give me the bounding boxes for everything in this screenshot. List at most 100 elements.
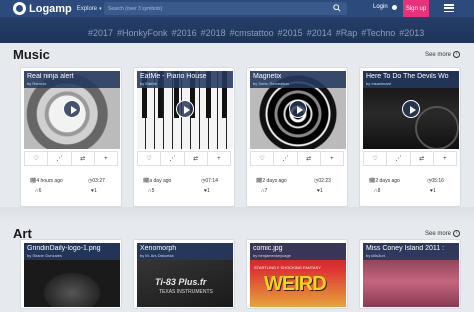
- track-author[interactable]: by Ramcro: [27, 81, 117, 86]
- search-icon[interactable]: [333, 4, 341, 12]
- art-title[interactable]: Miss Coney Island 2011 :: [366, 245, 456, 252]
- track-thumbnail[interactable]: Real ninja alert by Ramcro: [24, 71, 120, 149]
- art-card[interactable]: comic.jpg by benjamenkeycage STARTLING !…: [246, 239, 348, 309]
- signup-button[interactable]: Sign up: [403, 0, 429, 17]
- art-author[interactable]: by benjamenkeycage: [253, 253, 343, 258]
- play-icon[interactable]: [63, 100, 81, 118]
- card-actions: ♡ ⋰ ⇄ +: [137, 151, 231, 166]
- art-section: Art See more › GrindinDaily-logo-1.png b…: [0, 222, 474, 312]
- play-icon[interactable]: [402, 100, 420, 118]
- track-meta: 🗓 a day ago ◷ 07:14 ∩ 5 ♥ 1: [134, 166, 234, 196]
- tag-link[interactable]: #Techno: [361, 28, 395, 38]
- see-more-link[interactable]: See more ›: [425, 230, 461, 237]
- track-card[interactable]: Real ninja alert by Ramcro ♡ ⋰ ⇄ + 🗓 4 h…: [20, 67, 122, 207]
- artwork-text: Ti-83 Plus.fr: [155, 277, 207, 287]
- art-thumbnail[interactable]: Miss Coney Island 2011 : by kills3urt: [363, 243, 459, 307]
- menu-icon[interactable]: [444, 4, 454, 12]
- play-icon[interactable]: [289, 100, 307, 118]
- logo-icon: [13, 2, 26, 15]
- play-icon[interactable]: [176, 100, 194, 118]
- art-author[interactable]: by kills3urt: [366, 253, 456, 258]
- art-thumbnail[interactable]: Xenomorph by M. Ars Disturbia Ti-83 Plus…: [137, 243, 233, 307]
- art-card[interactable]: Miss Coney Island 2011 : by kills3urt: [359, 239, 461, 309]
- share-button[interactable]: ⋰: [274, 152, 298, 165]
- track-title[interactable]: Magnetix: [253, 73, 343, 80]
- like-count: ♥ 1: [430, 188, 436, 194]
- track-title[interactable]: EatMe - Piano House: [140, 73, 230, 80]
- track-title[interactable]: Real ninja alert: [27, 73, 117, 80]
- heart-icon: ♡: [146, 156, 152, 162]
- like-button[interactable]: ♡: [25, 152, 49, 165]
- track-title-bar: Here To Do The Devils Wo by Insanimant: [363, 71, 459, 88]
- add-button[interactable]: +: [321, 152, 343, 165]
- search-input[interactable]: [104, 5, 324, 12]
- login-link[interactable]: Login: [373, 4, 388, 10]
- share-button[interactable]: ⋰: [48, 152, 72, 165]
- artwork-text: WEIRD: [264, 273, 327, 295]
- track-author[interactable]: by Insanimant: [366, 81, 456, 86]
- art-title[interactable]: comic.jpg: [253, 245, 343, 252]
- track-thumbnail[interactable]: EatMe - Piano House by EatMe: [137, 71, 233, 149]
- like-button[interactable]: ♡: [138, 152, 162, 165]
- track-author[interactable]: by Sonic Recreation: [253, 81, 343, 86]
- share-button[interactable]: ⋰: [161, 152, 185, 165]
- heart-icon: ♡: [372, 156, 378, 162]
- section-title: Music: [13, 47, 50, 62]
- arrow-right-icon: ›: [453, 230, 461, 237]
- heart-icon: ♡: [259, 156, 265, 162]
- card-actions: ♡ ⋰ ⇄ +: [363, 151, 457, 166]
- track-title[interactable]: Here To Do The Devils Wo: [366, 73, 456, 80]
- track-duration: ◷ 05:16: [427, 178, 444, 184]
- tag-link[interactable]: #2017: [88, 28, 113, 38]
- art-card[interactable]: GrindinDaily-logo-1.png by Shane Gonzale…: [20, 239, 122, 309]
- tag-link[interactable]: #2016: [172, 28, 197, 38]
- art-title[interactable]: GrindinDaily-logo-1.png: [27, 245, 117, 252]
- help-icon[interactable]: [392, 5, 397, 10]
- add-button[interactable]: +: [208, 152, 230, 165]
- tag-link[interactable]: #2018: [201, 28, 226, 38]
- see-more-link[interactable]: See more ›: [425, 51, 461, 58]
- share-button[interactable]: ⋰: [387, 152, 411, 165]
- explore-menu[interactable]: Explore ▾: [77, 6, 102, 12]
- add-button[interactable]: +: [434, 152, 456, 165]
- repost-button[interactable]: ⇄: [72, 152, 95, 165]
- art-thumbnail[interactable]: comic.jpg by benjamenkeycage STARTLING !…: [250, 243, 346, 307]
- top-nav: Logamp Explore ▾ Login Sign up: [0, 0, 474, 17]
- repost-button[interactable]: ⇄: [298, 152, 321, 165]
- add-label: +: [443, 155, 447, 162]
- like-button[interactable]: ♡: [364, 152, 388, 165]
- tag-link[interactable]: #2014: [307, 28, 332, 38]
- tag-link[interactable]: #HonkyFonk: [117, 28, 168, 38]
- art-title-bar: Xenomorph by M. Ars Disturbia: [137, 243, 233, 260]
- track-card[interactable]: Here To Do The Devils Wo by Insanimant ♡…: [359, 67, 461, 207]
- art-card[interactable]: Xenomorph by M. Ars Disturbia Ti-83 Plus…: [133, 239, 235, 309]
- art-title[interactable]: Xenomorph: [140, 245, 230, 252]
- track-card[interactable]: EatMe - Piano House by EatMe ♡ ⋰ ⇄ + 🗓 a…: [133, 67, 235, 207]
- track-meta: 🗓 4 hours ago ◷ 03:27 ∩ 6 ♥ 1: [21, 166, 121, 196]
- art-author[interactable]: by Shane Gonzales: [27, 253, 117, 258]
- track-author[interactable]: by EatMe: [140, 81, 230, 86]
- tag-link[interactable]: #Rap: [336, 28, 358, 38]
- art-title-bar: comic.jpg by benjamenkeycage: [250, 243, 346, 260]
- add-button[interactable]: +: [95, 152, 117, 165]
- add-label: +: [330, 155, 334, 162]
- tag-link[interactable]: #cmstattoo: [230, 28, 274, 38]
- repost-button[interactable]: ⇄: [185, 152, 208, 165]
- track-card[interactable]: Magnetix by Sonic Recreation ♡ ⋰ ⇄ + 🗓 2…: [246, 67, 348, 207]
- art-author[interactable]: by M. Ars Disturbia: [140, 253, 230, 258]
- add-label: +: [217, 155, 221, 162]
- upload-time: 🗓 a day ago: [143, 178, 172, 184]
- track-thumbnail[interactable]: Here To Do The Devils Wo by Insanimant: [363, 71, 459, 149]
- track-title-bar: Magnetix by Sonic Recreation: [250, 71, 346, 88]
- see-more-label: See more: [425, 51, 452, 58]
- repeat-icon: ⇄: [80, 156, 86, 162]
- tag-link[interactable]: #2013: [399, 28, 424, 38]
- repost-button[interactable]: ⇄: [411, 152, 434, 165]
- art-thumbnail[interactable]: GrindinDaily-logo-1.png by Shane Gonzale…: [24, 243, 120, 307]
- track-thumbnail[interactable]: Magnetix by Sonic Recreation: [250, 71, 346, 149]
- upload-time: 🗓 4 hours ago: [30, 178, 63, 184]
- artwork-subtext: TEXAS INSTRUMENTS: [159, 289, 213, 295]
- tag-link[interactable]: #2015: [278, 28, 303, 38]
- logo[interactable]: Logamp: [13, 2, 72, 15]
- like-button[interactable]: ♡: [251, 152, 275, 165]
